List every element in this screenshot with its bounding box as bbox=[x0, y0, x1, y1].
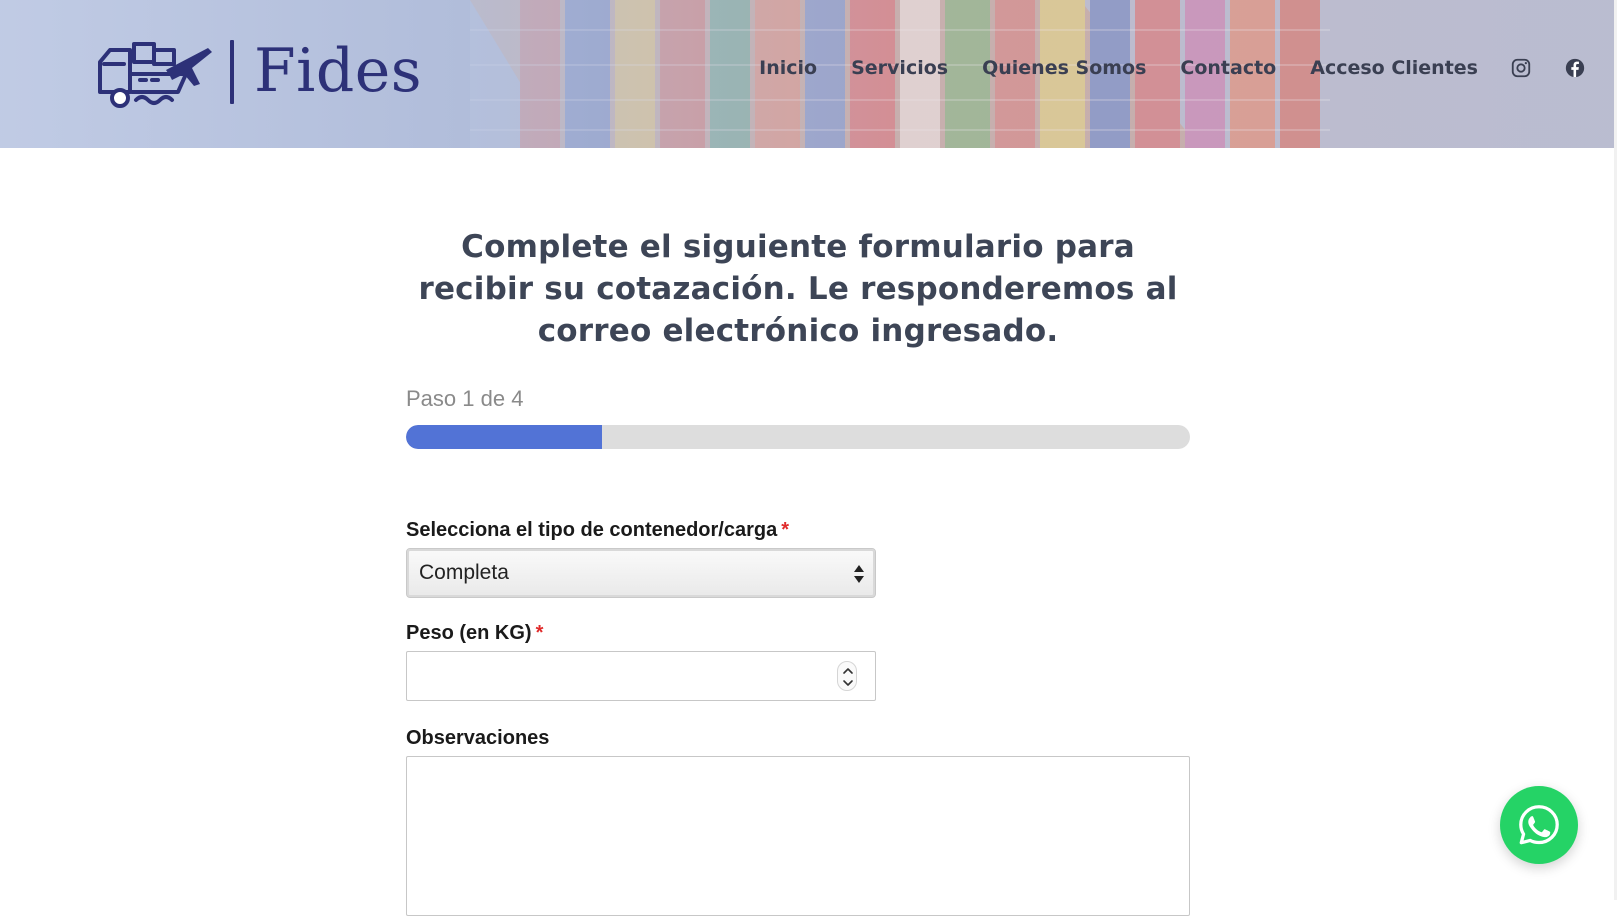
whatsapp-icon bbox=[1519, 805, 1559, 845]
container-type-field: Selecciona el tipo de contenedor/carga * … bbox=[406, 519, 1190, 598]
nav-item-acceso-clientes[interactable]: Acceso Clientes bbox=[1310, 57, 1478, 79]
weight-field: Peso (en KG) * bbox=[406, 622, 1190, 701]
step-indicator: Paso 1 de 4 bbox=[406, 386, 524, 411]
nav-item-inicio[interactable]: Inicio bbox=[759, 57, 817, 79]
main-nav: Inicio Servicios Quienes Somos Contacto … bbox=[759, 52, 1586, 84]
notes-label: Observaciones bbox=[406, 727, 550, 749]
number-spinner[interactable] bbox=[837, 661, 857, 691]
container-type-label: Selecciona el tipo de contenedor/carga * bbox=[406, 519, 790, 541]
progress-bar bbox=[406, 425, 1190, 449]
whatsapp-chat-button[interactable] bbox=[1500, 786, 1578, 864]
container-type-select[interactable]: Completa bbox=[406, 548, 876, 598]
nav-item-servicios[interactable]: Servicios bbox=[851, 57, 948, 79]
required-mark: * bbox=[535, 622, 544, 644]
required-mark: * bbox=[781, 519, 790, 541]
brand-logo[interactable]: Fides bbox=[96, 34, 422, 110]
facebook-icon[interactable] bbox=[1564, 57, 1586, 79]
truck-ship-plane-logo-icon bbox=[98, 42, 212, 108]
brand-name: Fides bbox=[254, 36, 423, 106]
container-type-selected-value: Completa bbox=[419, 561, 509, 584]
logo-divider bbox=[230, 40, 234, 104]
site-header: Fides Inicio Servicios Quienes Somos Con… bbox=[0, 0, 1614, 148]
weight-input[interactable] bbox=[406, 651, 876, 701]
instagram-icon[interactable] bbox=[1510, 57, 1532, 79]
nav-item-quienes-somos[interactable]: Quienes Somos bbox=[982, 57, 1146, 79]
nav-item-contacto[interactable]: Contacto bbox=[1180, 57, 1276, 79]
select-updown-arrows-icon bbox=[854, 565, 864, 583]
notes-textarea[interactable] bbox=[406, 756, 1190, 916]
notes-field: Observaciones bbox=[406, 727, 1190, 916]
form-intro-heading: Complete el siguiente formulario para re… bbox=[418, 229, 1178, 349]
progress-bar-fill bbox=[406, 425, 602, 449]
weight-label: Peso (en KG) * bbox=[406, 622, 544, 644]
quote-form-section: Complete el siguiente formulario para re… bbox=[406, 148, 1190, 916]
